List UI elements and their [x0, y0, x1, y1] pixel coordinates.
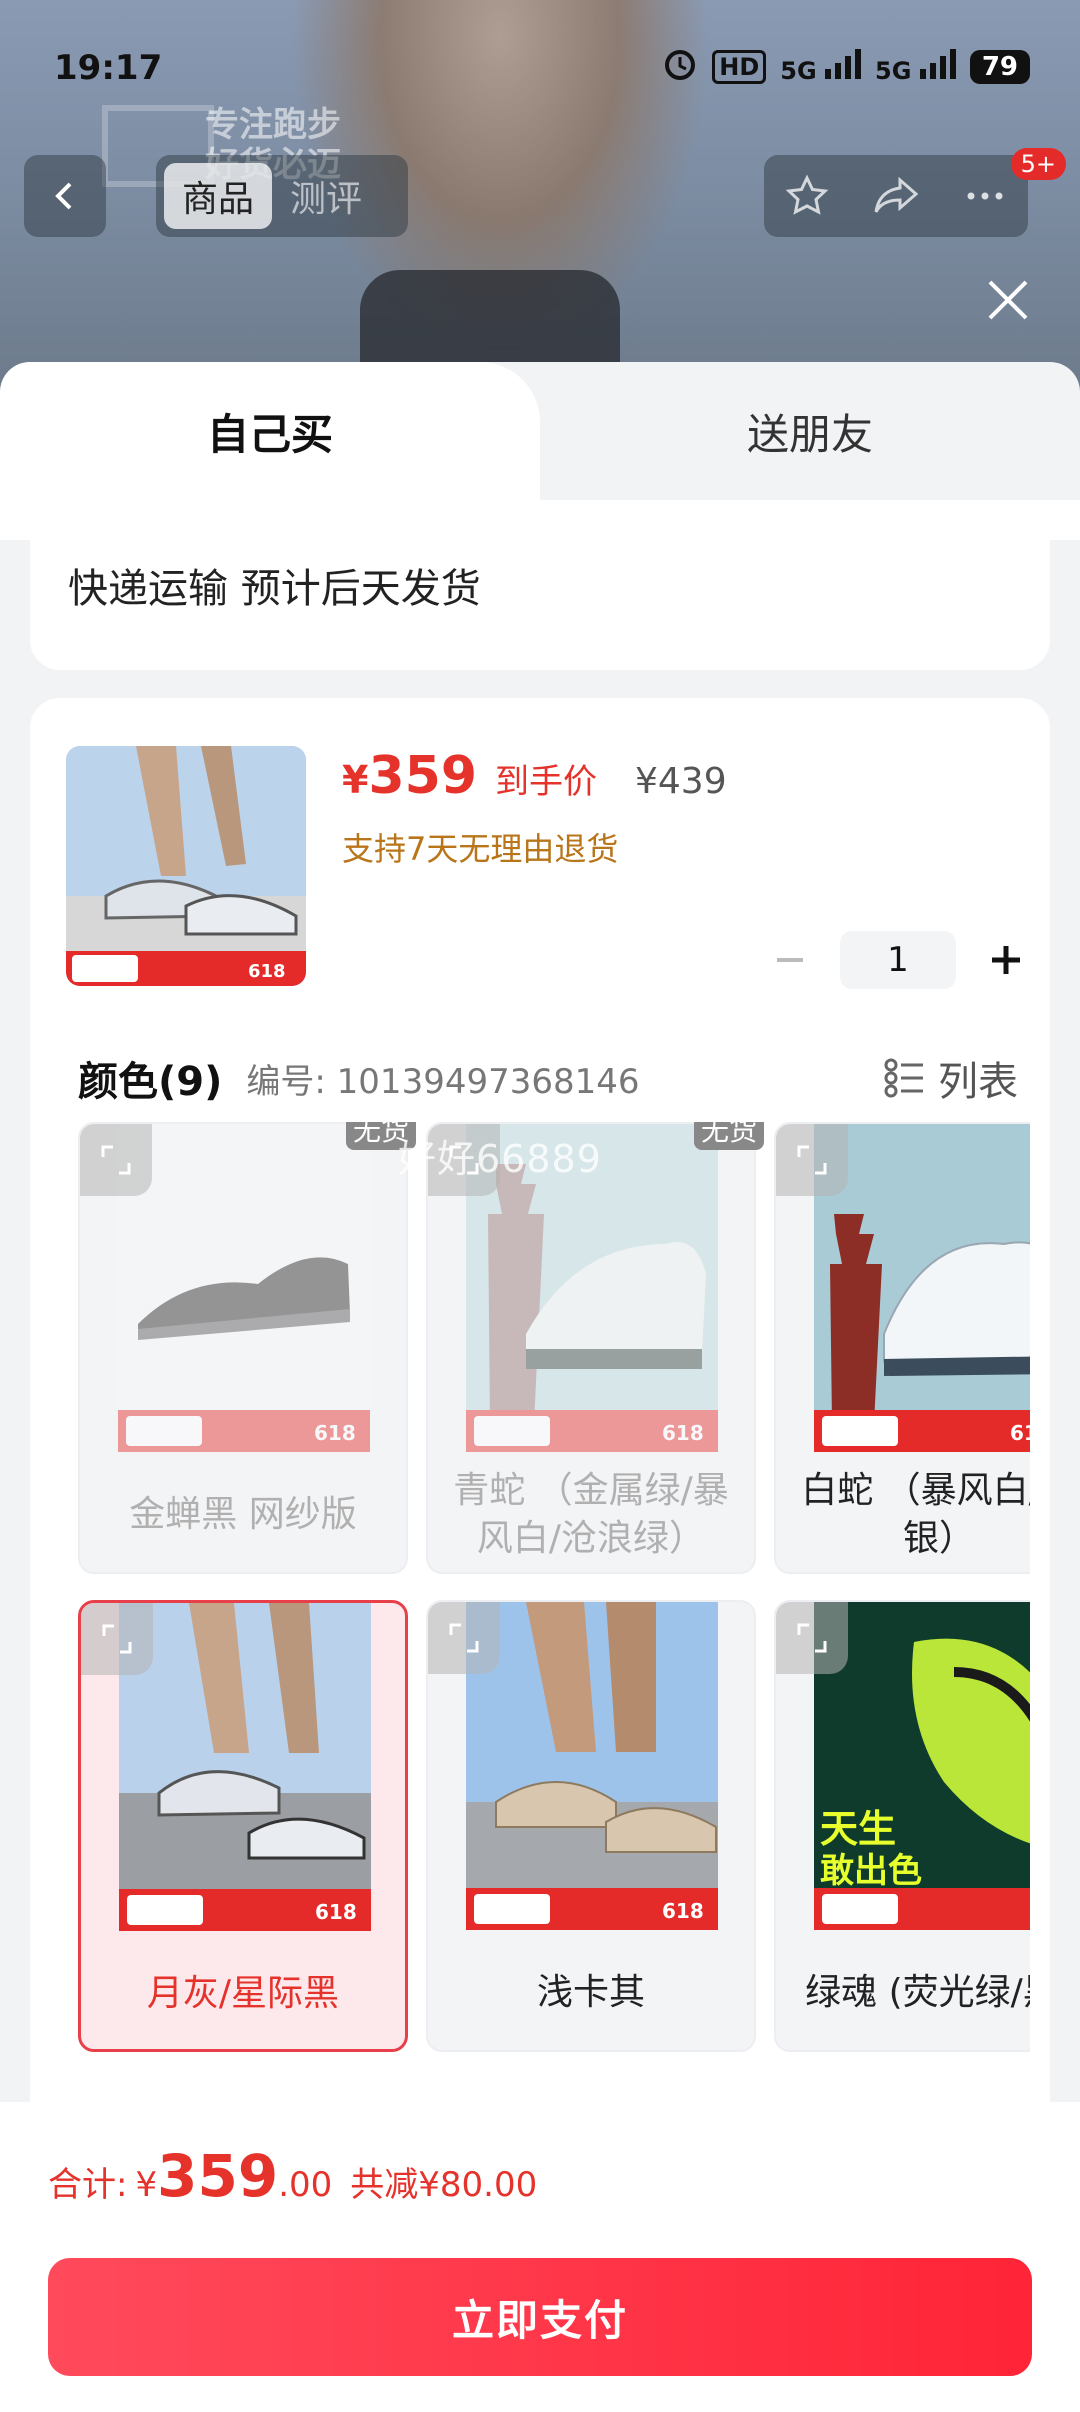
expand-icon[interactable] — [428, 1602, 500, 1674]
total-savings: 共减¥80.00 — [350, 2165, 538, 2205]
status-icons: HD 5G 5G 79 — [662, 46, 1030, 88]
total-decimal: .00 — [278, 2165, 333, 2205]
color-section-title: 颜色(9) — [78, 1059, 223, 1105]
back-button[interactable] — [24, 155, 106, 237]
alarm-icon — [662, 46, 698, 88]
chevron-left-icon — [55, 182, 72, 210]
expand-icon[interactable] — [776, 1124, 848, 1196]
product-card: 618 ¥ 359 到手价 ¥439 支持7天无理由退货 1 颜色(9) 编号:… — [30, 698, 1050, 2118]
close-sheet-button[interactable] — [978, 270, 1038, 330]
refund-policy: 支持7天无理由退货 — [342, 830, 619, 868]
product-thumbnail[interactable]: 618 — [66, 746, 306, 986]
svg-text:天生: 天生 — [820, 1807, 896, 1851]
total-label: 合计: — [48, 2165, 128, 2205]
price-row: ¥ 359 到手价 ¥439 — [342, 746, 727, 806]
svg-text:敢出色: 敢出色 — [820, 1851, 922, 1891]
color-option-tile[interactable]: 618 浅卡其 — [426, 1600, 756, 2052]
share-icon[interactable] — [870, 172, 922, 220]
plus-icon — [992, 946, 1020, 974]
quantity-input[interactable]: 1 — [840, 931, 956, 989]
expand-icon[interactable] — [80, 1124, 152, 1196]
hd-icon: HD — [712, 50, 767, 84]
status-bar: 19:17 HD 5G 5G 79 — [0, 0, 1080, 140]
color-option-label: 浅卡其 — [536, 1972, 645, 2013]
expand-icon[interactable] — [776, 1602, 848, 1674]
svg-text:618: 618 — [662, 1421, 704, 1445]
purchase-mode-tabs: 送朋友 自己买 — [0, 362, 1080, 500]
color-option-label: 金蝉黑 网纱版 — [129, 1494, 357, 1535]
price-symbol: ¥ — [342, 758, 369, 802]
tab-gift-friend[interactable]: 送朋友 — [540, 362, 1080, 500]
tab-buy-self[interactable]: 自己买 — [0, 362, 540, 500]
signal-icon-1: 5G — [780, 49, 862, 85]
final-price: 359 — [368, 746, 477, 806]
list-icon — [884, 1058, 923, 1098]
product-code: 编号: 10139497368146 — [246, 1061, 640, 1102]
color-option-label: 绿魂 (荧光绿/黑) — [805, 1972, 1030, 2013]
color-option-tile-selected[interactable]: 618 月灰/星际黑 — [78, 1600, 408, 2052]
color-option-tile[interactable]: 618 金蝉黑 网纱版 — [78, 1122, 408, 1574]
status-time: 19:17 — [54, 48, 163, 88]
total-summary: 合计: ¥ 359 .00 共减¥80.00 — [48, 2142, 537, 2210]
color-option-label: 白蛇 （暴风白/属银） — [801, 1470, 1030, 1559]
tab-product[interactable]: 商品 — [164, 163, 273, 229]
nav-tabs: 商品 测评 — [156, 155, 408, 237]
notification-badge: 5+ — [1010, 148, 1066, 180]
color-option-tile[interactable]: 天生 敢出色 绿魂 (荧光绿/黑) — [774, 1600, 1030, 2052]
total-amount: 359 — [157, 2142, 279, 2210]
final-price-label: 到手价 — [495, 762, 597, 802]
more-icon[interactable] — [961, 172, 1009, 220]
color-grid: 618 金蝉黑 网纱版 无货 618 青蛇 （金属绿/暴风白/沧浪绿） 无货 6… — [78, 1122, 1030, 2072]
color-section-header: 颜色(9) 编号: 10139497368146 列表 — [78, 1038, 1018, 1118]
color-option-image: 618 — [118, 1124, 370, 1452]
svg-text:618: 618 — [248, 961, 286, 982]
total-symbol: ¥ — [135, 2165, 158, 2205]
close-icon — [988, 280, 1028, 320]
color-option-image: 618 — [119, 1603, 371, 1931]
svg-text:618: 618 — [315, 1900, 357, 1924]
svg-text:618: 618 — [314, 1421, 356, 1445]
signal-icon-2: 5G — [875, 49, 956, 85]
color-option-tile[interactable]: 618 白蛇 （暴风白/属银） — [774, 1122, 1030, 1574]
star-icon[interactable] — [783, 172, 831, 220]
pay-now-button[interactable]: 立即支付 — [48, 2258, 1032, 2376]
checkout-footer: 合计: ¥ 359 .00 共减¥80.00 立即支付 — [0, 2102, 1080, 2412]
top-navbar: 商品 测评 — [0, 155, 1080, 240]
out-of-stock-tag: 无货 — [694, 1122, 764, 1150]
svg-text:618: 618 — [1010, 1421, 1030, 1445]
list-view-label: 列表 — [938, 1059, 1018, 1105]
quantity-stepper: 1 — [760, 930, 1036, 990]
color-option-label: 月灰/星际黑 — [146, 1973, 340, 2014]
quantity-decrease-button[interactable] — [760, 930, 820, 990]
delivery-info: 快递运输 预计后天发货 — [30, 500, 1050, 670]
tab-review[interactable]: 测评 — [272, 163, 380, 229]
nav-actions — [764, 155, 1028, 237]
quantity-increase-button[interactable] — [976, 930, 1036, 990]
battery-indicator: 79 — [969, 50, 1030, 84]
original-price: ¥439 — [635, 761, 727, 802]
minus-icon — [777, 958, 803, 962]
watermark: 好好66889 — [398, 1137, 602, 1181]
svg-text:618: 618 — [662, 1899, 704, 1923]
expand-icon[interactable] — [81, 1603, 153, 1675]
color-option-image: 618 — [466, 1602, 718, 1930]
list-view-toggle[interactable]: 列表 — [884, 1038, 1018, 1118]
color-option-tile[interactable]: 618 青蛇 （金属绿/暴风白/沧浪绿） — [426, 1122, 756, 1574]
color-option-label: 青蛇 （金属绿/暴风白/沧浪绿） — [453, 1470, 729, 1559]
